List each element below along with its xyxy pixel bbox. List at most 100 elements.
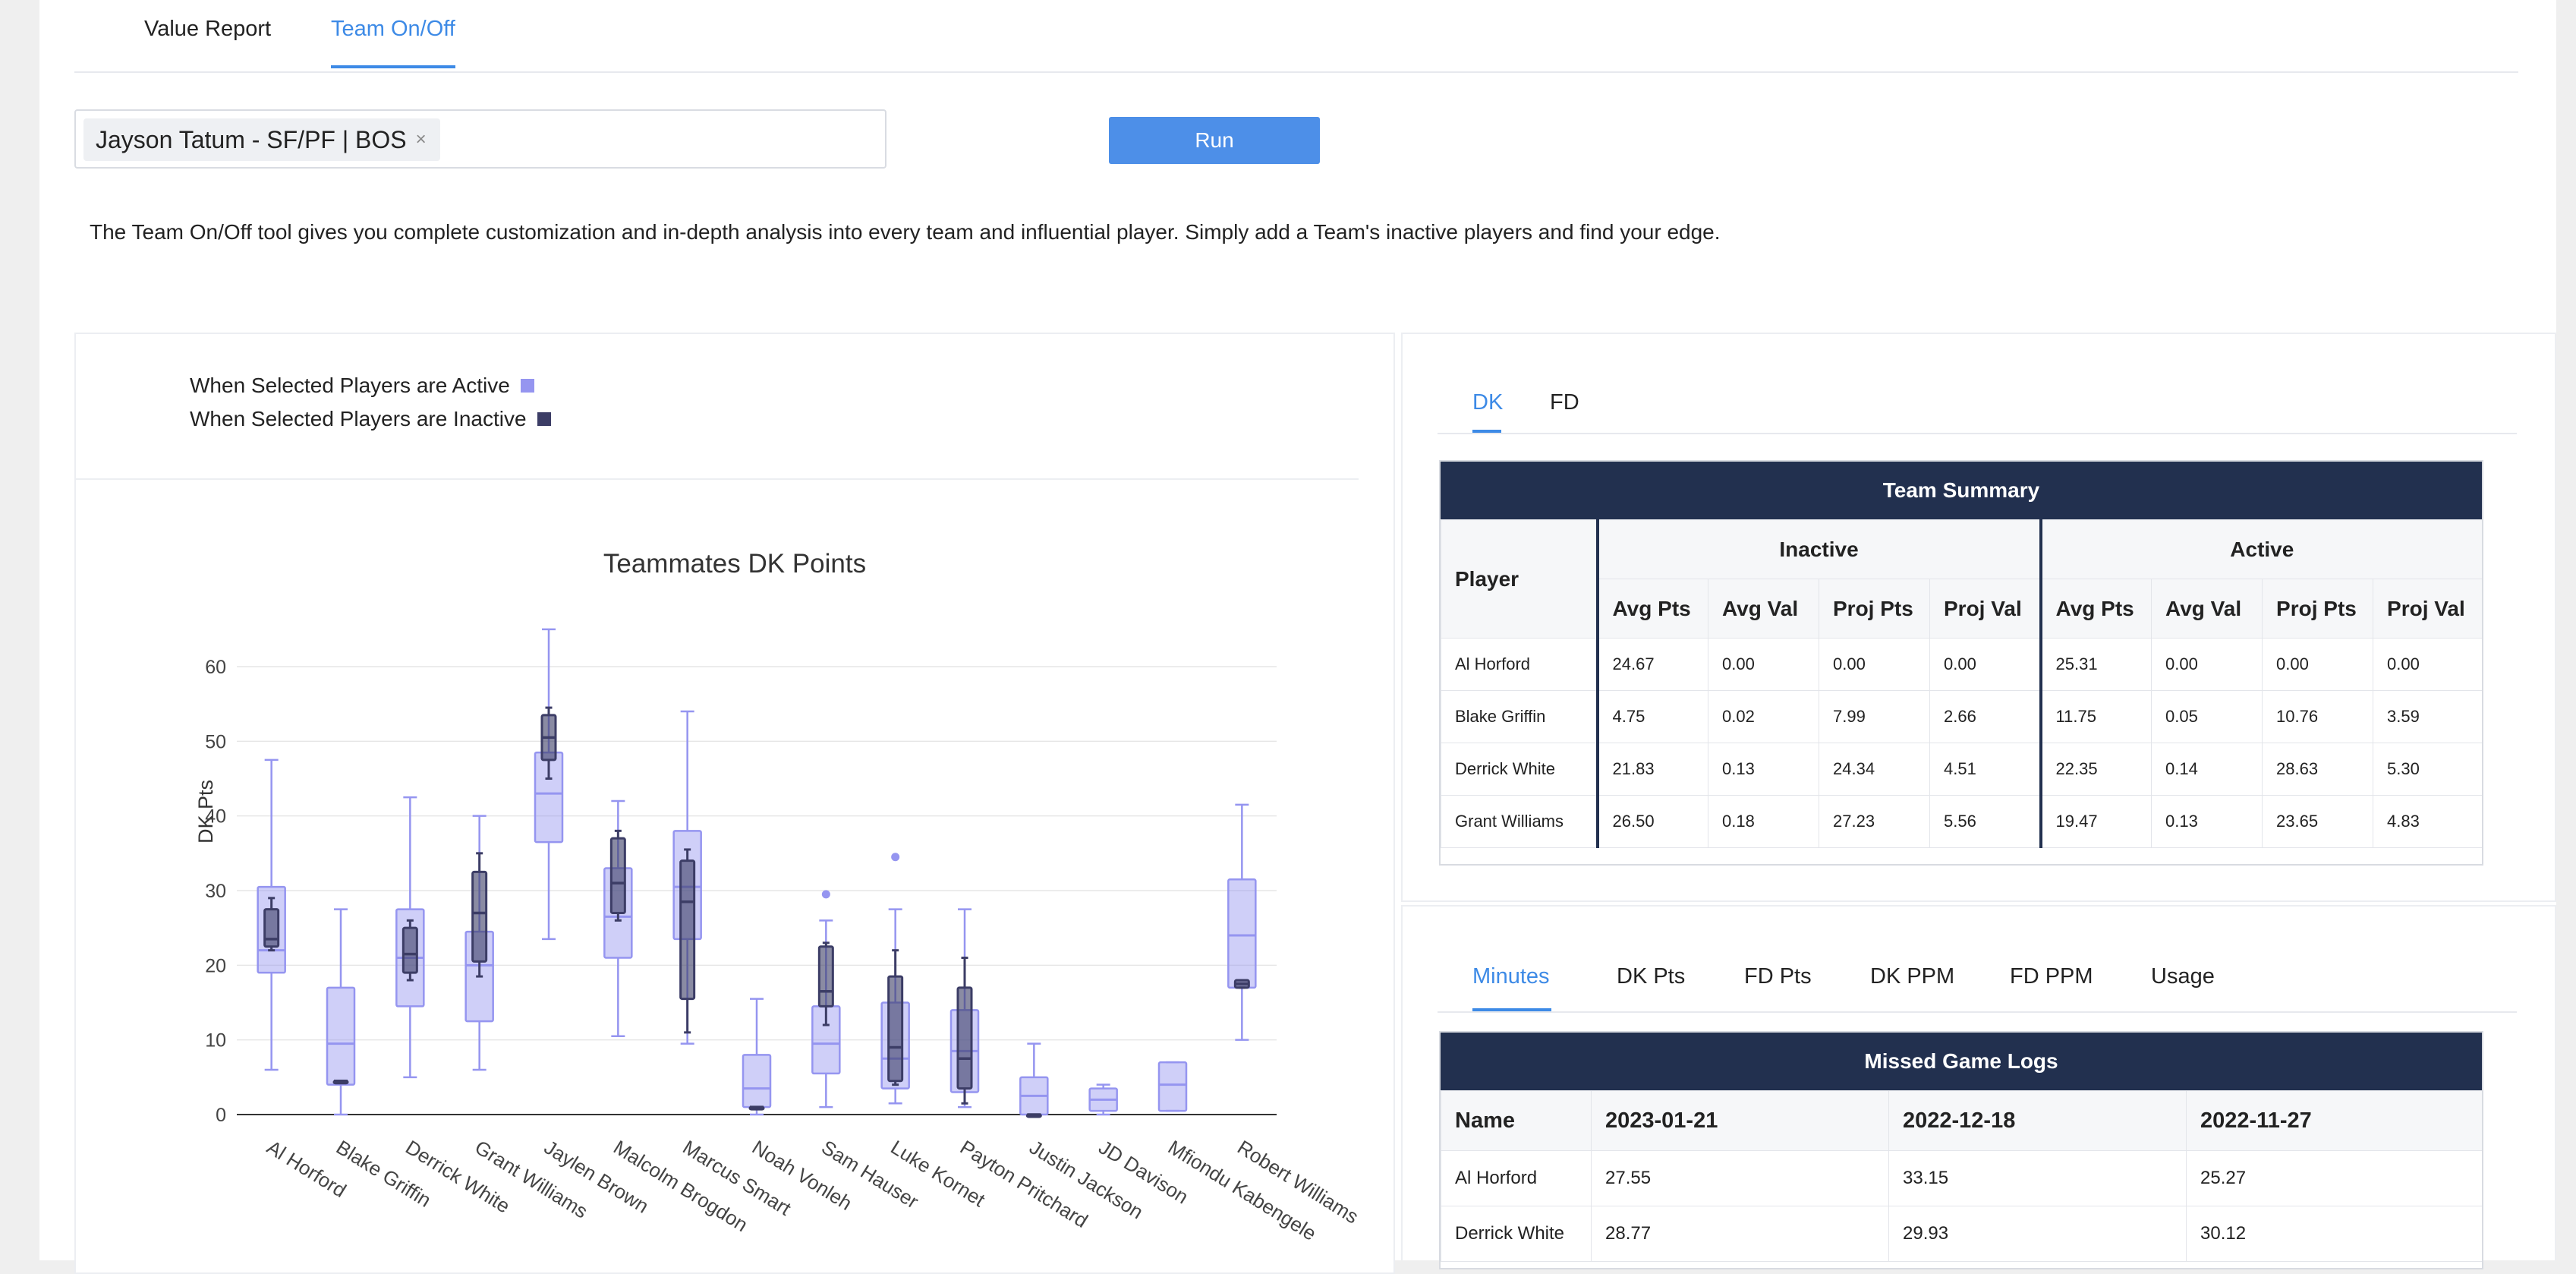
tab-fd-pts[interactable]: FD Pts — [1744, 964, 1812, 989]
tab-fd-ppm[interactable]: FD PPM — [2010, 964, 2093, 989]
y-tick-label: 20 — [205, 955, 226, 976]
col-header: Avg Pts — [1595, 579, 1708, 639]
log-tab-indicator — [1472, 1008, 1551, 1011]
minutes-cell: 33.15 — [1888, 1150, 2187, 1206]
table-row: Al Horford 27.55 33.15 25.27 — [1441, 1150, 2482, 1206]
selected-player-chip: Jayson Tatum - SF/PF | BOS × — [83, 118, 440, 161]
stat-cell: 23.65 — [2262, 795, 2374, 848]
tab-dk-ppm[interactable]: DK PPM — [1870, 964, 1954, 989]
inactive-box — [956, 986, 973, 1090]
stat-cell: 0.00 — [2262, 638, 2374, 691]
player-name-cell: Al Horford — [1441, 1150, 1592, 1206]
stat-cell: 22.35 — [2039, 743, 2152, 796]
inactive-group-header: Inactive — [1595, 519, 2042, 579]
minutes-cell: 25.27 — [2186, 1150, 2482, 1206]
stat-cell: 0.00 — [2151, 638, 2263, 691]
player-name-cell: Derrick White — [1441, 1206, 1592, 1262]
inactive-box — [263, 908, 280, 948]
legend-swatch-inactive — [537, 412, 551, 426]
tab-dk[interactable]: DK — [1472, 390, 1503, 415]
remove-chip-icon[interactable]: × — [416, 129, 427, 150]
tab-team-on-off[interactable]: Team On/Off — [331, 17, 455, 42]
tool-description: The Team On/Off tool gives you complete … — [90, 220, 1721, 244]
tab-fd[interactable]: FD — [1550, 390, 1579, 415]
team-summary-title: Team Summary — [1441, 462, 2482, 519]
stat-cell: 11.75 — [2039, 690, 2152, 743]
player-name-cell: Al Horford — [1441, 638, 1598, 691]
y-tick-label: 40 — [205, 806, 226, 828]
page: Value Report Team On/Off Jayson Tatum - … — [39, 0, 2556, 1274]
stat-cell: 4.83 — [2373, 795, 2482, 848]
tab-value-report[interactable]: Value Report — [144, 17, 271, 42]
stat-cell: 3.59 — [2373, 690, 2482, 743]
y-tick-label: 60 — [205, 657, 226, 678]
y-tick-label: 0 — [216, 1105, 226, 1126]
logs-header-name: Name — [1441, 1090, 1592, 1151]
col-header: Avg Val — [2151, 579, 2263, 639]
summary-tab-indicator — [1472, 430, 1501, 433]
stat-cell: 24.34 — [1819, 743, 1930, 796]
stat-cell: 21.83 — [1595, 743, 1708, 796]
missed-game-logs-table: Missed Game Logs Name 2023-01-21 2022-12… — [1439, 1031, 2483, 1269]
y-tick-label: 10 — [205, 1030, 226, 1052]
minutes-cell: 30.12 — [2186, 1206, 2482, 1262]
stat-cell: 0.05 — [2151, 690, 2263, 743]
col-header: Proj Pts — [2262, 579, 2374, 639]
table-row: Grant Williams 26.50 0.18 27.23 5.56 19.47 0.1… — [1441, 795, 2482, 848]
table-row: Blake Griffin 4.75 0.02 7.99 2.66 11.75 0.05 10… — [1441, 690, 2482, 743]
team-summary-card: DK FD Team Summary Player Inactive Activ… — [1401, 333, 2556, 902]
col-header: Proj Val — [2373, 579, 2482, 639]
team-summary-table: Team Summary Player Inactive Active Avg … — [1439, 460, 2483, 866]
table-row: Derrick White 21.83 0.13 24.34 4.51 22.35 0.14… — [1441, 743, 2482, 796]
active-group-header: Active — [2039, 519, 2482, 579]
active-box — [326, 986, 356, 1086]
col-header: Avg Pts — [2039, 579, 2152, 639]
stat-cell: 0.18 — [1708, 795, 1819, 848]
stat-cell: 0.13 — [2151, 795, 2263, 848]
chart-legend: When Selected Players are Active When Se… — [76, 334, 1359, 480]
selected-player-label: Jayson Tatum - SF/PF | BOS — [96, 125, 407, 153]
tab-dk-pts[interactable]: DK Pts — [1617, 964, 1685, 989]
inactive-box — [402, 926, 418, 974]
missed-game-logs-card: Minutes DK Pts FD Pts DK PPM FD PPM Usag… — [1401, 905, 2556, 1269]
stat-cell: 27.23 — [1819, 795, 1930, 848]
tab-minutes[interactable]: Minutes — [1472, 964, 1550, 989]
stat-cell: 5.30 — [2373, 743, 2482, 796]
stat-cell: 0.00 — [1708, 638, 1819, 691]
tab-usage[interactable]: Usage — [2151, 964, 2215, 989]
box-plot-chart: Teammates DK Points DK Pts 0102030405060… — [194, 549, 1362, 1245]
stat-cell: 0.14 — [2151, 743, 2263, 796]
y-tick-label: 30 — [205, 881, 226, 902]
player-column-header: Player — [1441, 519, 1598, 639]
stat-cell: 4.75 — [1595, 690, 1708, 743]
logs-header-date: 2022-11-27 — [2186, 1090, 2482, 1151]
col-header: Proj Val — [1929, 579, 2042, 639]
table-row: Al Horford 24.67 0.00 0.00 0.00 25.31 0.00 0.00… — [1441, 638, 2482, 691]
chart-card: When Selected Players are Active When Se… — [74, 333, 1395, 1274]
inactive-box — [471, 870, 488, 963]
missed-game-logs-title: Missed Game Logs — [1441, 1033, 2482, 1090]
stat-cell: 26.50 — [1595, 795, 1708, 848]
stat-cell: 24.67 — [1595, 638, 1708, 691]
run-button[interactable]: Run — [1109, 117, 1320, 164]
legend-item-inactive: When Selected Players are Inactive — [190, 407, 551, 431]
active-box — [1227, 878, 1257, 989]
logs-header-date: 2022-12-18 — [1888, 1090, 2187, 1151]
player-name-cell: Derrick White — [1441, 743, 1598, 796]
y-tick-label: 50 — [205, 731, 226, 752]
active-box — [742, 1054, 772, 1108]
stat-cell: 0.00 — [1819, 638, 1930, 691]
stat-cell: 0.02 — [1708, 690, 1819, 743]
stat-cell: 5.56 — [1929, 795, 2042, 848]
player-name-cell: Grant Williams — [1441, 795, 1598, 848]
legend-label-inactive: When Selected Players are Inactive — [190, 407, 527, 430]
stat-cell: 4.51 — [1929, 743, 2042, 796]
inactive-box — [609, 837, 626, 914]
player-multiselect[interactable]: Jayson Tatum - SF/PF | BOS × — [74, 109, 886, 169]
inactive-box — [887, 975, 904, 1083]
stat-cell: 19.47 — [2039, 795, 2152, 848]
main-tab-bar: Value Report Team On/Off — [74, 0, 2518, 73]
stat-cell: 10.76 — [2262, 690, 2374, 743]
active-tab-indicator — [331, 65, 455, 68]
summary-site-tabs: DK FD — [1438, 334, 2517, 434]
